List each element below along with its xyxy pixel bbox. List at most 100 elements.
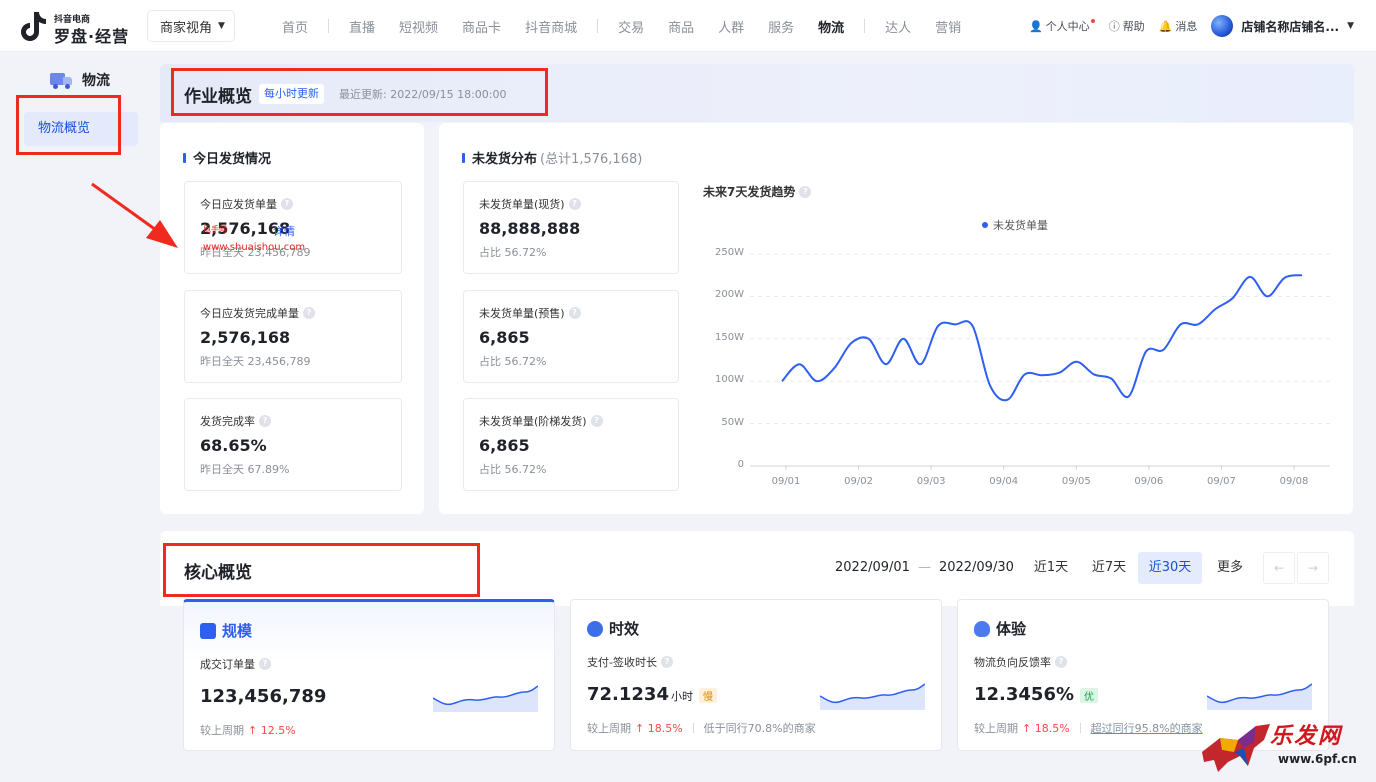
nav-item-product-card[interactable]: 商品卡 [450,17,513,36]
card-label-text: 成交订单量 [200,658,255,671]
highlight-box [163,543,480,597]
card-header: 时效 [587,618,639,639]
timeliness-card[interactable]: 时效 支付-签收时长? 72.1234 小时慢 较上周期 ↑ 18.5% 低于同行70… [570,599,942,751]
metric-value: 68.65% [200,436,267,455]
prev-period-button[interactable]: ← [1263,552,1295,584]
question-icon[interactable]: ? [660,656,673,668]
site-name: 乐发网 [1270,724,1343,749]
compare-delta: ↑ 18.5% [1022,721,1070,735]
range-7d-button[interactable]: 近7天 [1081,552,1137,584]
nav-item-service[interactable]: 服务 [756,17,806,36]
metric-card[interactable]: 今日应发货完成单量? 2,576,168 昨日全天 23,456,789 [184,290,402,383]
store-name: 店铺名称店铺名... [1241,19,1340,34]
trend-chart [750,253,1330,470]
details-link[interactable]: 详情 [273,223,295,239]
metric-label: 未发货单量(预售)? [479,305,581,321]
metric-card[interactable]: 未发货单量(阶梯发货)? 6,865 占比 56.72% [463,398,679,491]
highlight-box [171,68,548,116]
today-shipping-title-text: 今日发货情况 [193,152,272,167]
unshipped-title: 未发货分布 (总计1,576,168) [462,148,642,167]
chart-legend[interactable]: 未发货单量 [982,217,1048,233]
compare-label: 较上周期 [974,722,1018,735]
personal-center-label: 个人中心 [1045,20,1090,33]
question-icon[interactable]: ? [1055,656,1067,668]
question-icon[interactable]: ? [568,307,581,319]
nav-item-trade[interactable]: 交易 [606,17,656,36]
card-compare: 较上周期 ↑ 18.5% 超过同行95.8%的商家 [974,720,1203,736]
personal-center-link[interactable]: 👤 个人中心 [1029,18,1095,34]
role-select[interactable]: 商家视角 ▼ [148,11,234,41]
store-switcher[interactable]: 店铺名称店铺名... ▼ [1211,15,1354,37]
nav-item-home[interactable]: 首页 [270,17,320,36]
metric-card[interactable]: 发货完成率? 68.65% 昨日全天 67.89% [184,398,402,491]
truck-icon [50,71,74,89]
app-logo[interactable]: 抖音电商 罗盘·经营 [20,10,140,46]
card-compare: 较上周期 ↑ 18.5% 低于同行70.8%的商家 [587,720,816,736]
divider [1079,723,1081,733]
next-period-button[interactable]: → [1297,552,1329,584]
douyin-logo-icon [21,12,46,41]
nav-item-short-video[interactable]: 短视频 [387,17,450,36]
sparkline [820,683,925,710]
compare-delta: ↑ 18.5% [635,721,683,735]
nav-right: 👤 个人中心 ⓘ 帮助 🔔 消息 店铺名称店铺名... ▼ [1015,0,1354,52]
unshipped-title-text: 未发货分布 [472,152,538,167]
chart-title: 未来7天发货趋势? [703,183,812,200]
nav-item-crowd[interactable]: 人群 [706,17,756,36]
card-value-text: 12.3456% [974,684,1075,705]
help-link[interactable]: ⓘ 帮助 [1109,18,1145,34]
nav-item-talent[interactable]: 达人 [873,17,923,36]
card-unit: 小时 [670,690,693,703]
top-nav: 抖音电商 罗盘·经营 商家视角 ▼ 首页 直播 短视频 商品卡 抖音商城 交易 … [0,0,1376,52]
nav-item-mall[interactable]: 抖音商城 [513,17,589,36]
sidebar-header-label: 物流 [82,73,110,89]
legend-label: 未发货单量 [993,219,1048,232]
card-label: 支付-签收时长? [587,654,673,670]
card-value: 72.1234 小时慢 [587,684,717,705]
metric-label: 今日应发货完成单量? [200,305,315,321]
peer-compare: 超过同行95.8%的商家 [1090,722,1203,735]
nav-item-marketing[interactable]: 营销 [923,17,973,36]
metric-sub: 占比 56.72% [479,463,547,476]
notification-dot [1090,19,1095,23]
main-nav: 首页 直播 短视频 商品卡 抖音商城 交易 商品 人群 服务 物流 达人 营销 [270,0,973,52]
card-label: 物流负向反馈率? [974,654,1067,670]
metric-card[interactable]: 未发货单量(预售)? 6,865 占比 56.72% [463,290,679,383]
nav-item-logistics[interactable]: 物流 [806,17,856,36]
watermark-small: 甩手网 [203,225,227,234]
question-icon[interactable]: ? [568,198,581,210]
messages-link[interactable]: 🔔 消息 [1159,18,1198,34]
nav-item-product[interactable]: 商品 [656,17,706,36]
range-more-button[interactable]: 更多 [1204,552,1256,584]
metric-sub: 昨日全天 23,456,789 [200,355,311,368]
question-icon[interactable]: ? [259,658,271,670]
question-icon[interactable]: ? [281,198,293,210]
site-watermark-logo: 乐发网 www.6pf.cn [1198,714,1368,776]
nav-item-live[interactable]: 直播 [337,17,387,36]
metric-card[interactable]: 未发货单量(现货)? 88,888,888 占比 56.72% [463,181,679,274]
question-icon[interactable]: ? [799,185,812,198]
metric-label-text: 今日应发货单量 [200,198,277,211]
date-from: 2022/09/01 [835,560,910,575]
nav-divider [864,19,866,33]
card-compare: 较上周期 ↑ 12.5% [200,722,296,738]
role-select-value: 商家视角 [160,20,213,36]
date-to: 2022/09/30 [938,560,1014,575]
metric-label-text: 今日应发货完成单量 [200,307,299,320]
date-range[interactable]: 2022/09/01 — 2022/09/30 [835,560,1014,575]
scale-card[interactable]: 规模 成交订单量? 123,456,789 较上周期 ↑ 12.5% [183,599,555,751]
question-icon[interactable]: ? [590,415,603,427]
metric-sub: 占比 56.72% [479,246,547,259]
range-1d-button[interactable]: 近1天 [1025,552,1077,584]
heart-icon [974,620,990,637]
question-icon[interactable]: ? [259,415,271,427]
today-shipping-title: 今日发货情况 [183,148,271,167]
unshipped-total: (总计1,576,168) [540,152,643,167]
card-value: 12.3456% 优 [974,684,1099,705]
y-tick-label: 0 [737,459,744,470]
list-icon [200,622,216,639]
metric-value: 2,576,168 [200,328,291,347]
question-icon[interactable]: ? [303,307,315,319]
range-30d-button[interactable]: 近30天 [1138,552,1202,584]
card-label-text: 支付-签收时长 [587,656,657,669]
